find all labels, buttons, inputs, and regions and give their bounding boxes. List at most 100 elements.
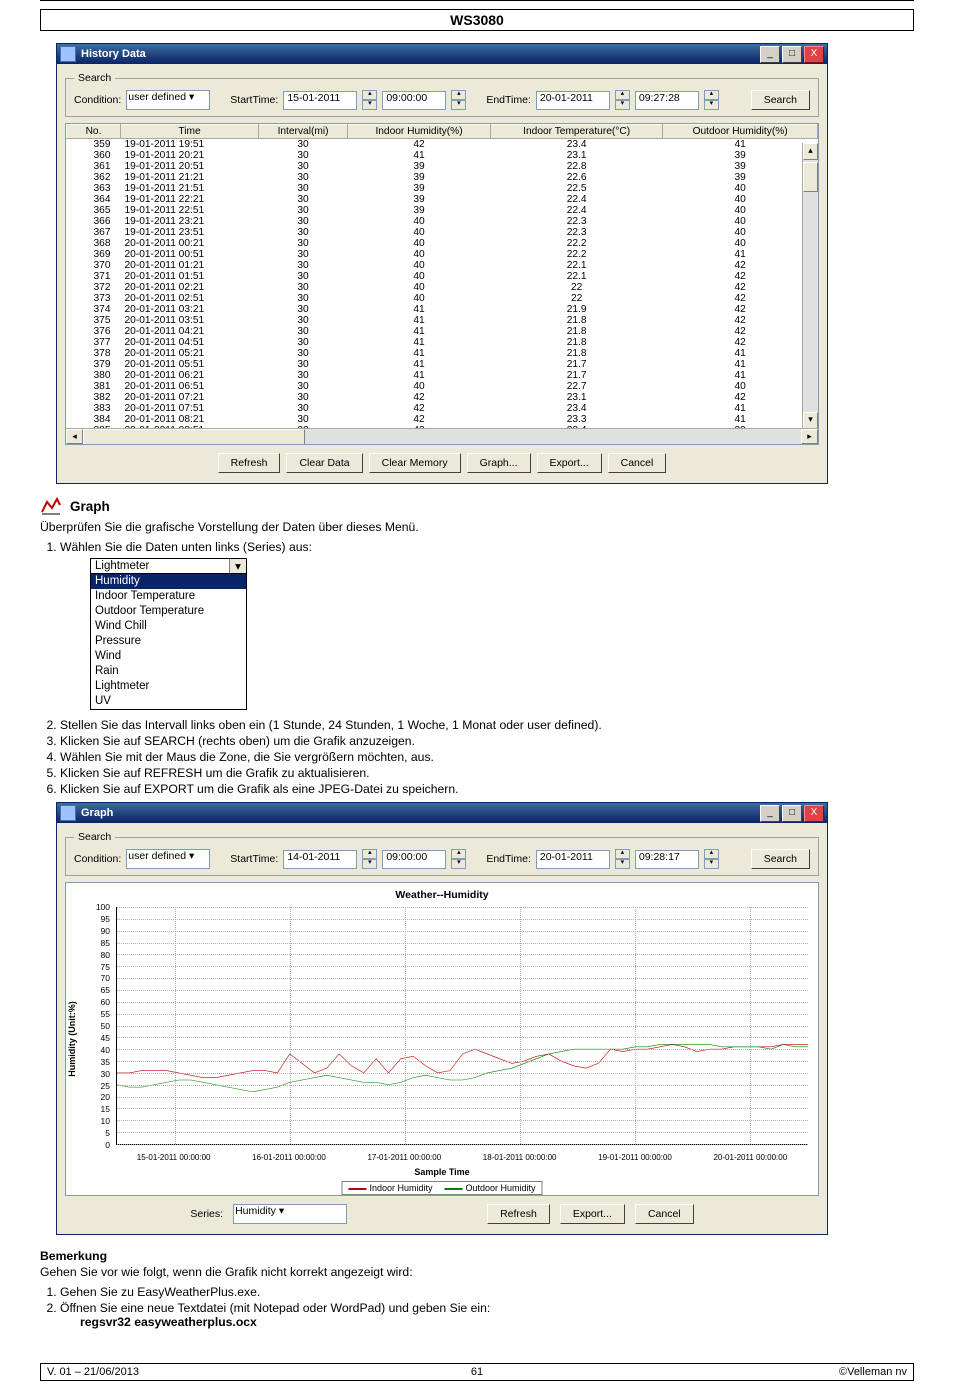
table-row[interactable]: 35919-01-2011 19:51304223.441 [67, 139, 818, 151]
clear-memory-button[interactable]: Clear Memory [369, 453, 461, 473]
series-dropdown-figure: Lightmeter ▾ HumidityIndoor TemperatureO… [90, 558, 247, 710]
table-row[interactable]: 36319-01-2011 21:51303922.540 [67, 183, 818, 194]
step-2: Stellen Sie das Intervall links oben ein… [60, 718, 914, 732]
table-row[interactable]: 36119-01-2011 20:51303922.839 [67, 161, 818, 172]
end-time-spinner[interactable]: ▴▾ [704, 849, 719, 869]
search-button[interactable]: Search [751, 90, 810, 110]
end-time-input[interactable]: 09:28:17 [635, 850, 699, 869]
cancel-button[interactable]: Cancel [608, 453, 667, 473]
table-row[interactable]: 36019-01-2011 20:21304123.139 [67, 150, 818, 161]
clear-data-button[interactable]: Clear Data [286, 453, 362, 473]
column-header[interactable]: Outdoor Humidity(%) [663, 125, 818, 139]
condition-select[interactable]: user defined ▾ [126, 90, 210, 110]
graph-button[interactable]: Graph... [467, 453, 531, 473]
table-row[interactable]: 37920-01-2011 05:51304121.741 [67, 359, 818, 370]
table-row[interactable]: 37620-01-2011 04:21304121.842 [67, 326, 818, 337]
start-date-input[interactable]: 14-01-2011 [283, 850, 357, 869]
end-date-input[interactable]: 20-01-2011 [536, 850, 610, 869]
graph-search-button[interactable]: Search [751, 849, 810, 869]
horizontal-scrollbar[interactable]: ◂ ▸ [66, 428, 818, 444]
table-row[interactable]: 36219-01-2011 21:21303922.639 [67, 172, 818, 183]
table-row[interactable]: 37720-01-2011 04:51304121.842 [67, 337, 818, 348]
series-select[interactable]: Humidity ▾ [233, 1204, 347, 1224]
end-time-input[interactable]: 09:27:28 [635, 91, 699, 110]
table-row[interactable]: 37320-01-2011 02:5130402242 [67, 293, 818, 304]
table-row[interactable]: 37420-01-2011 03:21304121.942 [67, 304, 818, 315]
maximize-button[interactable]: □ [782, 46, 802, 63]
column-header[interactable]: No. [67, 125, 121, 139]
table-row[interactable]: 36619-01-2011 23:21304022.340 [67, 216, 818, 227]
scroll-left-icon[interactable]: ◂ [66, 429, 83, 444]
start-time-input[interactable]: 09:00:00 [382, 850, 446, 869]
dropdown-option[interactable]: Rain [91, 664, 246, 679]
chart-area[interactable]: Weather--Humidity Humidity (Unit:%) 0510… [65, 882, 819, 1196]
refresh-button[interactable]: Refresh [218, 453, 281, 473]
table-row[interactable]: 36719-01-2011 23:51304022.340 [67, 227, 818, 238]
column-header[interactable]: Interval(mi) [259, 125, 348, 139]
start-date-input[interactable]: 15-01-2011 [283, 91, 357, 110]
table-row[interactable]: 38420-01-2011 08:21304223.341 [67, 414, 818, 425]
table-row[interactable]: 36820-01-2011 00:21304022.240 [67, 238, 818, 249]
graph-cancel-button[interactable]: Cancel [635, 1204, 694, 1224]
column-header[interactable]: Time [121, 125, 259, 139]
column-header[interactable]: Indoor Humidity(%) [348, 125, 491, 139]
x-tick: 17-01-2011 00:00:00 [367, 1153, 441, 1162]
table-row[interactable]: 37020-01-2011 01:21304022.142 [67, 260, 818, 271]
dropdown-option[interactable]: Wind Chill [91, 619, 246, 634]
table-row[interactable]: 37120-01-2011 01:51304022.142 [67, 271, 818, 282]
start-date-spinner[interactable]: ▴▾ [362, 90, 377, 110]
end-time-spinner[interactable]: ▴▾ [704, 90, 719, 110]
dropdown-option[interactable]: UV [91, 694, 246, 709]
scroll-right-icon[interactable]: ▸ [801, 429, 818, 444]
minimize-button[interactable]: _ [760, 46, 780, 63]
y-tick: 65 [101, 985, 110, 995]
dropdown-option[interactable]: Outdoor Temperature [91, 604, 246, 619]
maximize-button[interactable]: □ [782, 805, 802, 822]
close-button[interactable]: X [804, 46, 824, 63]
table-row[interactable]: 36519-01-2011 22:51303922.440 [67, 205, 818, 216]
dropdown-option[interactable]: Wind [91, 649, 246, 664]
chart-title: Weather--Humidity [72, 889, 812, 901]
close-button[interactable]: X [804, 805, 824, 822]
table-row[interactable]: 36419-01-2011 22:21303922.440 [67, 194, 818, 205]
graph-titlebar[interactable]: Graph _ □ X [57, 803, 827, 823]
graph-refresh-button[interactable]: Refresh [487, 1204, 550, 1224]
table-row[interactable]: 38020-01-2011 06:21304121.741 [67, 370, 818, 381]
start-time-input[interactable]: 09:00:00 [382, 91, 446, 110]
end-date-spinner[interactable]: ▴▾ [615, 849, 630, 869]
table-row[interactable]: 37220-01-2011 02:2130402242 [67, 282, 818, 293]
footer-version: V. 01 – 21/06/2013 [47, 1366, 334, 1378]
dropdown-option[interactable]: Humidity [91, 574, 246, 589]
y-tick: 70 [101, 973, 110, 983]
table-row[interactable]: 37820-01-2011 05:21304121.841 [67, 348, 818, 359]
graph-section-icon [40, 496, 62, 516]
end-date-input[interactable]: 20-01-2011 [536, 91, 610, 110]
y-tick: 35 [101, 1057, 110, 1067]
dropdown-option[interactable]: Pressure [91, 634, 246, 649]
column-header[interactable]: Indoor Temperature(°C) [491, 125, 663, 139]
scroll-up-icon[interactable]: ▴ [803, 143, 818, 160]
start-time-spinner[interactable]: ▴▾ [451, 90, 466, 110]
minimize-button[interactable]: _ [760, 805, 780, 822]
vertical-scrollbar[interactable]: ▴ ▾ [802, 143, 818, 429]
start-time-spinner[interactable]: ▴▾ [451, 849, 466, 869]
table-row[interactable]: 38120-01-2011 06:51304022.740 [67, 381, 818, 392]
condition-select[interactable]: user defined ▾ [126, 849, 210, 869]
table-row[interactable]: 37520-01-2011 03:51304121.842 [67, 315, 818, 326]
dropdown-arrow-icon[interactable]: ▾ [229, 559, 246, 573]
table-row[interactable]: 36920-01-2011 00:51304022.241 [67, 249, 818, 260]
export-button[interactable]: Export... [537, 453, 602, 473]
dropdown-option[interactable]: Lightmeter [91, 679, 246, 694]
doc-title: WS3080 [40, 9, 914, 31]
graph-window: Graph _ □ X Search Condition: user defin… [56, 802, 828, 1235]
graph-export-button[interactable]: Export... [560, 1204, 625, 1224]
dropdown-current[interactable]: Lightmeter [91, 559, 229, 573]
table-row[interactable]: 38220-01-2011 07:21304223.142 [67, 392, 818, 403]
history-titlebar[interactable]: History Data _ □ X [57, 44, 827, 64]
start-date-spinner[interactable]: ▴▾ [362, 849, 377, 869]
scroll-down-icon[interactable]: ▾ [803, 412, 818, 429]
table-row[interactable]: 38320-01-2011 07:51304223.441 [67, 403, 818, 414]
remark-heading: Bemerkung [40, 1249, 914, 1263]
dropdown-option[interactable]: Indoor Temperature [91, 589, 246, 604]
end-date-spinner[interactable]: ▴▾ [615, 90, 630, 110]
